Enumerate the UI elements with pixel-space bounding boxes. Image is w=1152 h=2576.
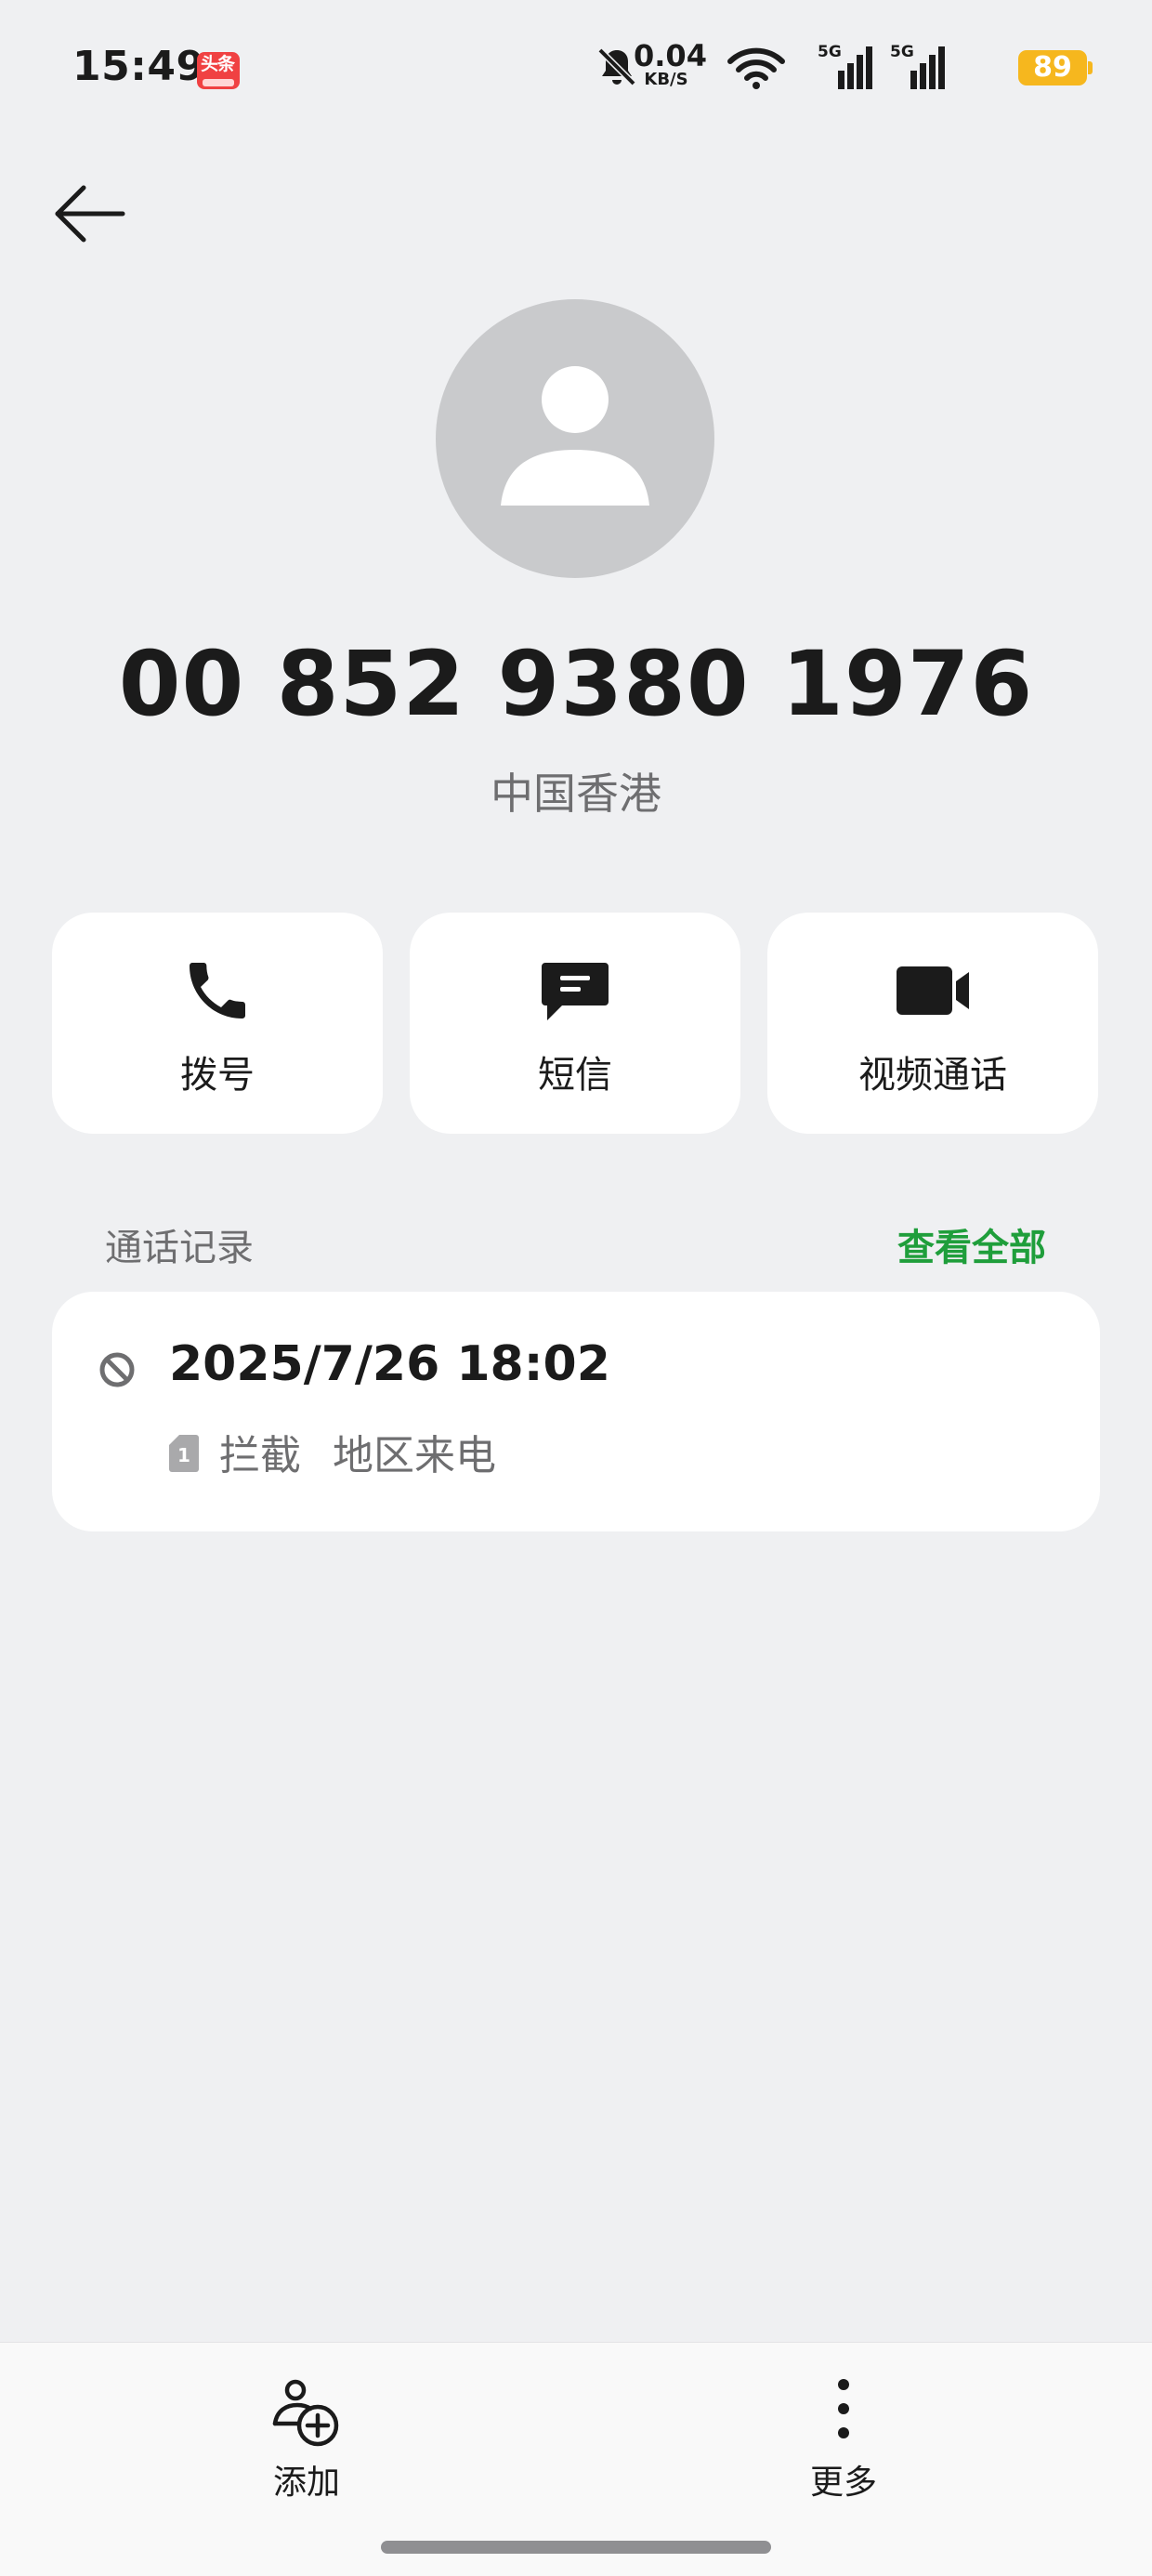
net-speed-unit: KB/S — [644, 70, 688, 89]
video-call-button[interactable]: 视频通话 — [767, 913, 1098, 1134]
battery-level: 89 — [1033, 51, 1072, 84]
call-datetime: 2025/7/26 18:02 — [169, 1336, 610, 1392]
call-log-title: 通话记录 — [105, 1227, 254, 1269]
add-contact-button[interactable]: 添加 — [214, 2375, 399, 2515]
video-camera-icon — [897, 966, 969, 1015]
phone-icon — [190, 963, 245, 1019]
status-bar: 15:49 头条 0.04 KB/S 5G 5G 89 — [0, 0, 1152, 139]
call-log-entry[interactable]: 2025/7/26 18:02 1 拦截 地区来电 — [52, 1292, 1100, 1531]
phone-number: 00 852 9380 1976 — [118, 632, 1034, 736]
view-all-link[interactable]: 查看全部 — [897, 1217, 1046, 1271]
status-icons: 0.04 KB/S 5G 5G 89 — [65, 38, 1093, 93]
net-speed-value: 0.04 — [634, 38, 707, 73]
arrow-left-icon — [55, 185, 125, 243]
net-speed: 0.04 KB/S — [634, 38, 707, 89]
cell-signal-2-icon: 5G — [890, 43, 948, 91]
call-status: 拦截 — [219, 1432, 301, 1479]
video-call-label: 视频通话 — [858, 1054, 1007, 1097]
add-label: 添加 — [272, 2464, 340, 2502]
sms-label: 短信 — [538, 1054, 612, 1097]
home-indicator[interactable] — [381, 2541, 771, 2554]
mute-bell-icon — [597, 47, 636, 86]
svg-text:1: 1 — [177, 1444, 190, 1466]
region-label: 中国香港 — [491, 769, 661, 819]
wifi-icon — [727, 47, 785, 89]
message-icon — [542, 963, 609, 1020]
more-button[interactable]: 更多 — [751, 2375, 936, 2515]
add-contact-icon — [272, 2379, 339, 2447]
sim-1-icon: 1 — [169, 1435, 199, 1472]
dial-button[interactable]: 拨号 — [52, 913, 383, 1134]
cell-signal-1-icon: 5G — [818, 43, 875, 91]
more-label: 更多 — [809, 2464, 877, 2502]
screen: 15:49 头条 0.04 KB/S 5G 5G 89 00 852 9380 … — [0, 0, 1152, 2576]
blocked-icon — [99, 1352, 135, 1387]
dial-label: 拨号 — [180, 1054, 255, 1097]
avatar — [436, 299, 714, 578]
back-button[interactable] — [48, 177, 132, 260]
more-vertical-icon — [838, 2379, 849, 2438]
sms-button[interactable]: 短信 — [410, 913, 740, 1134]
call-type: 地区来电 — [333, 1432, 496, 1479]
battery-icon: 89 — [1018, 50, 1093, 85]
person-icon — [501, 366, 649, 506]
